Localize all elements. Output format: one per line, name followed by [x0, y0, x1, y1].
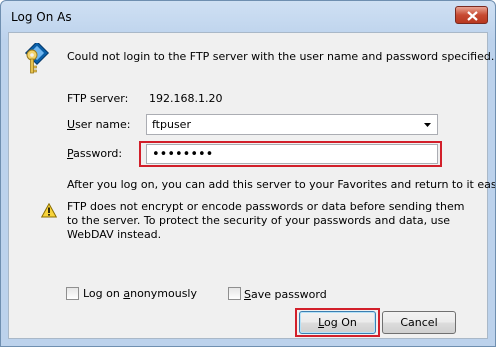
key-icon — [24, 43, 50, 74]
username-combobox[interactable]: ftpuser — [146, 114, 438, 135]
error-message: Could not login to the FTP server with t… — [67, 50, 495, 63]
password-label-rest: assword: — [73, 147, 123, 160]
log-on-highlight — [295, 308, 380, 337]
close-icon — [467, 11, 478, 21]
window-title: Log On As — [11, 10, 72, 24]
anonymous-checkbox[interactable] — [66, 287, 79, 300]
security-warning: FTP does not encrypt or encode passwords… — [67, 200, 465, 241]
warning-icon — [41, 203, 57, 218]
save-password-mnemonic: S — [244, 288, 251, 301]
favorites-hint: After you log on, you can add this serve… — [67, 178, 496, 191]
title-bar[interactable]: Log On As — [1, 1, 495, 31]
close-button[interactable] — [455, 6, 488, 24]
password-label: Password: — [67, 147, 122, 160]
chevron-down-icon[interactable] — [424, 123, 431, 127]
save-password-label-rest: ave password — [250, 288, 327, 301]
anonymous-label-post: nonymously — [130, 287, 197, 300]
password-highlight — [139, 141, 442, 167]
username-label-mnemonic: U — [67, 118, 76, 131]
cancel-button[interactable]: Cancel — [382, 311, 456, 334]
username-label: User name: — [67, 118, 130, 131]
dialog-body: Could not login to the FTP server with t… — [8, 32, 495, 339]
ftp-server-label: FTP server: — [67, 92, 129, 105]
username-label-rest: ser name: — [75, 118, 131, 131]
username-value: ftpuser — [152, 118, 191, 131]
anonymous-label-pre: Log on — [83, 287, 124, 300]
logon-dialog: Log On As Could not login to the FTP ser… — [0, 0, 496, 347]
save-password-label[interactable]: Save password — [244, 288, 327, 301]
save-password-checkbox[interactable] — [228, 287, 241, 300]
ftp-server-value: 192.168.1.20 — [149, 92, 223, 105]
anonymous-label[interactable]: Log on anonymously — [83, 287, 197, 300]
